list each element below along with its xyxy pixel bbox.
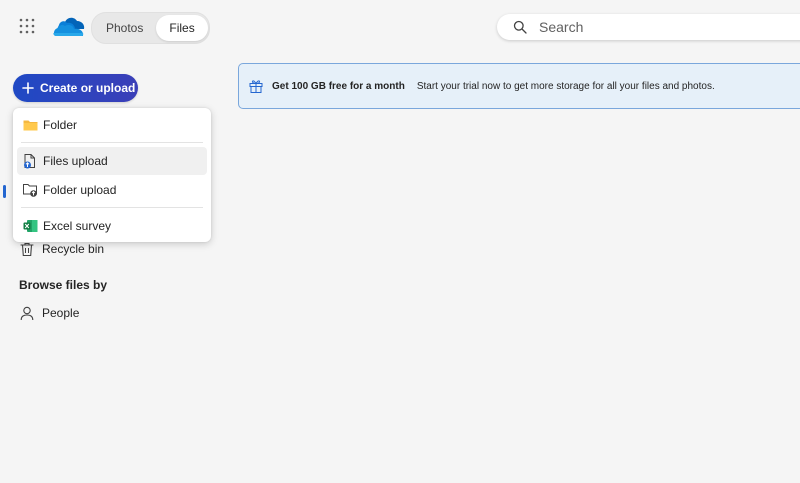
menu-item-folder[interactable]: Folder bbox=[17, 111, 207, 139]
plus-icon bbox=[22, 82, 34, 94]
onedrive-page: Photos Files Create or upload bbox=[0, 0, 800, 483]
menu-divider bbox=[21, 207, 203, 208]
onedrive-logo-icon[interactable] bbox=[53, 16, 85, 38]
create-or-upload-button[interactable]: Create or upload bbox=[13, 74, 138, 102]
menu-item-excel-survey[interactable]: Excel survey bbox=[17, 212, 207, 240]
menu-item-label: Folder bbox=[43, 118, 78, 132]
excel-icon bbox=[22, 218, 38, 234]
browse-section-title: Browse files by bbox=[19, 278, 108, 292]
menu-item-label: Excel survey bbox=[43, 219, 112, 233]
menu-item-label: Files upload bbox=[43, 154, 108, 168]
folder-upload-icon bbox=[22, 182, 38, 198]
person-icon bbox=[20, 306, 34, 321]
file-upload-icon bbox=[22, 153, 38, 169]
tab-files[interactable]: Files bbox=[156, 15, 208, 41]
menu-item-files-upload[interactable]: Files upload bbox=[17, 147, 207, 175]
view-switcher: Photos Files bbox=[91, 12, 210, 44]
app-launcher-icon[interactable] bbox=[17, 17, 37, 35]
create-upload-menu: Folder Files upload Folder upload Excel … bbox=[13, 108, 211, 242]
menu-divider bbox=[21, 142, 203, 143]
create-button-label: Create or upload bbox=[40, 81, 136, 95]
banner-message: Start your trial now to get more storage… bbox=[416, 80, 715, 92]
nav-active-indicator bbox=[3, 185, 6, 198]
tab-photos[interactable]: Photos bbox=[93, 15, 156, 41]
menu-item-folder-upload[interactable]: Folder upload bbox=[17, 176, 207, 204]
banner-headline[interactable]: Get 100 GB free for a month bbox=[272, 81, 405, 92]
folder-icon bbox=[22, 117, 38, 133]
menu-item-label: Folder upload bbox=[43, 183, 117, 197]
recycle-bin-icon bbox=[20, 242, 34, 257]
gift-icon bbox=[249, 79, 263, 93]
sidebar-item-people[interactable]: People bbox=[20, 303, 79, 323]
search-box[interactable] bbox=[497, 14, 800, 40]
storage-promo-banner: Get 100 GB free for a month Start your t… bbox=[238, 63, 800, 109]
search-icon bbox=[513, 20, 527, 34]
sidebar-item-label: Recycle bin bbox=[42, 242, 105, 256]
sidebar-item-label: People bbox=[42, 306, 80, 320]
search-input[interactable] bbox=[537, 18, 741, 36]
sidebar-item-recycle-bin[interactable]: Recycle bin bbox=[20, 239, 104, 259]
